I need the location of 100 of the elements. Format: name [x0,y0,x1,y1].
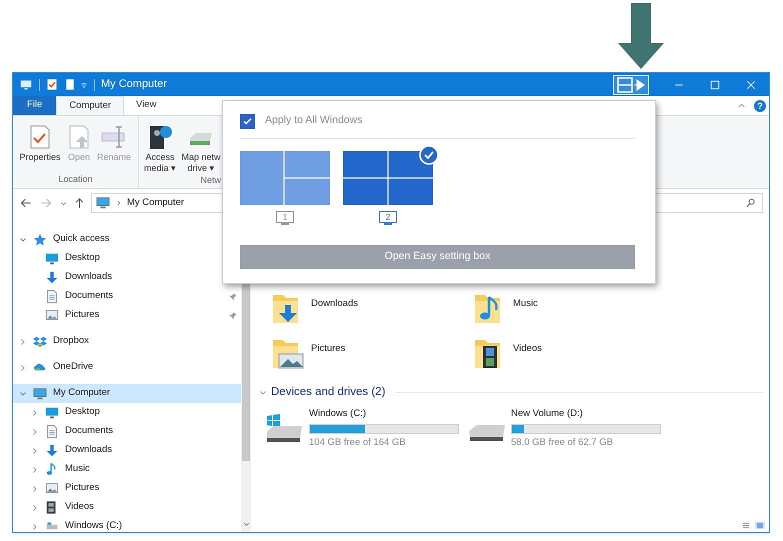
box-icon [32,334,48,348]
chevron-right-icon [31,466,39,474]
search-icon [746,198,756,208]
chevron-down-icon [19,236,27,244]
collapse-ribbon-icon [737,101,746,110]
drive-name: Windows (C:) [309,407,368,422]
caret-icon [60,200,66,206]
free-space-text: 104 GB free of 164 GB [309,436,407,450]
tree-item[interactable]: Videos [13,498,241,517]
tree-item[interactable]: Pictures [13,479,241,498]
picture-icon [44,309,60,322]
drive-icon [468,424,506,442]
picture-icon [44,482,60,495]
folder-name: Videos [513,342,542,356]
group-label: Location [57,172,94,186]
tree-item[interactable]: Windows (C:) [13,517,241,532]
left-arrow-icon [20,197,32,209]
ribbon-tab[interactable]: Computer [56,96,124,115]
back-button[interactable] [19,197,33,209]
pin-icon [229,292,237,300]
drive-icon [44,520,60,532]
chevron-right-icon [31,428,39,436]
drive-name: New Volume (D:) [511,407,584,422]
right-arrow-icon [40,197,52,209]
rename-field-icon [101,124,127,150]
split-arrow-icon [617,76,645,92]
tree-item[interactable]: Quick access [13,230,241,249]
chevron-right-icon [31,446,39,454]
tree-item[interactable]: Documents [13,287,241,306]
ribbon-button[interactable]: Access media ▾ [143,116,177,174]
monitor-icon [95,196,111,210]
cloud-icon [32,362,48,374]
tree-item[interactable]: My Computer [13,384,241,403]
help-button[interactable]: ? [754,100,766,112]
tiles-view-button[interactable] [755,522,765,529]
forward-button[interactable] [39,197,53,209]
tree-item[interactable]: Downloads [13,268,241,287]
snap-layout-button[interactable] [613,74,649,94]
chevron-right-icon [116,200,122,206]
layout-option[interactable] [343,151,433,205]
up-arrow-page-icon [67,124,91,150]
checkbox-label: Apply to All Windows [265,113,362,128]
free-space-text: 58.0 GB free of 62.7 GB [511,436,614,450]
section-header[interactable]: Devices and drives (2) [271,384,386,402]
document-icon [45,424,59,439]
ribbon-button[interactable]: Properties [17,116,63,172]
ribbon-button[interactable]: Map netw drive ▾ [179,116,223,174]
folder-name: Downloads [311,296,358,311]
page-icon [64,78,76,91]
details-view-button[interactable] [741,522,751,529]
tree-item[interactable]: Desktop [13,249,241,268]
tree-item[interactable]: OneDrive [13,358,241,377]
tree-item[interactable]: Dropbox [13,332,241,351]
tiles-view-icon [755,522,765,529]
pin-icon [229,312,237,320]
chevron-right-icon [31,484,39,492]
selected-check-icon [419,145,439,165]
chevron-down-icon [19,390,27,398]
annotation-arrow [618,3,664,69]
chevron-down-icon [242,521,250,528]
tree-item[interactable]: Documents [13,422,241,441]
tree-item[interactable]: Music [13,460,241,479]
chevron-right-icon [19,338,27,346]
checkbox[interactable] [240,114,255,128]
chevron-right-icon [31,504,39,512]
system-drive-icon [266,414,304,442]
document-icon [45,289,59,304]
up-button[interactable] [73,197,85,209]
monitor-icon: 1 [276,211,294,225]
monitor-icon [44,406,60,420]
down-arrow-icon [44,444,60,458]
list-view-icon [741,522,751,529]
tree-item[interactable]: Desktop [13,403,241,422]
close-icon [746,80,756,90]
down-arrow-icon [44,270,60,284]
folder-name: Pictures [311,342,346,356]
folder-name: Music [513,296,538,311]
tree-item[interactable]: Downloads [13,441,241,460]
monitor-icon: 2 [379,211,397,225]
group-label: Netw [199,174,222,187]
media-server-icon [147,123,173,151]
chevron-right-icon [31,408,39,416]
window-title: My Computer [101,77,168,92]
chevron-right-icon [19,364,27,372]
tree-item[interactable]: Pictures [13,306,241,325]
checklist-icon [46,78,58,91]
chevron-right-icon [31,522,39,530]
ribbon-tab[interactable]: View [124,96,168,115]
monitor-icon [19,78,33,90]
maximize-icon [710,80,720,90]
monitor-icon [44,252,60,266]
star-icon [33,232,47,246]
ribbon-tab[interactable]: File [13,96,56,115]
checklist-icon [28,124,52,150]
recent-locations-button[interactable] [59,200,67,206]
chevron-down-icon [259,388,267,397]
monitor-icon [32,386,48,400]
up-arrow-icon [74,197,84,209]
check-icon [242,116,253,126]
layout-option[interactable] [240,151,330,205]
